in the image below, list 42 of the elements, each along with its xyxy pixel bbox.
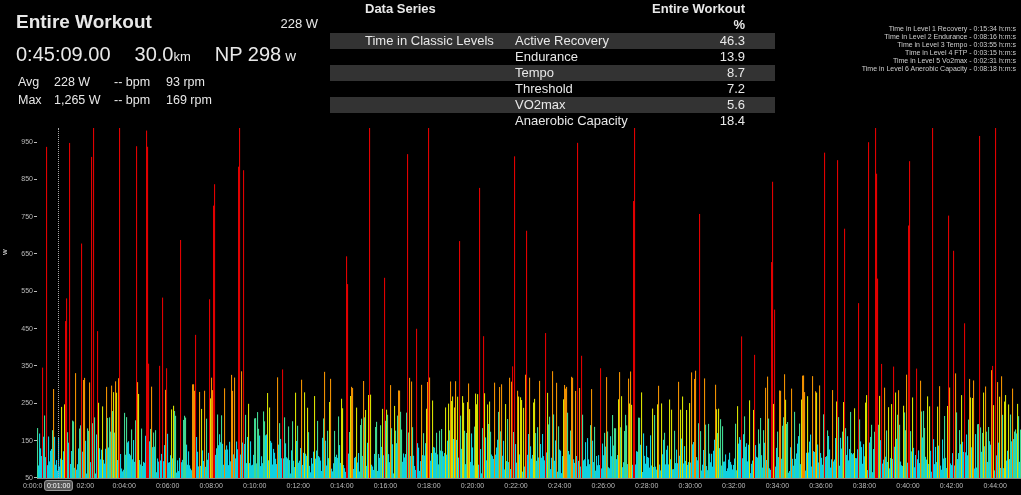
table-cell-text: VO2max bbox=[515, 97, 567, 113]
power-unit: w bbox=[285, 45, 296, 66]
distance-unit: km bbox=[173, 48, 191, 66]
table-cell-text: 7.2 bbox=[726, 81, 746, 97]
table-cell-text: Tempo bbox=[515, 65, 556, 81]
unit-label: % bbox=[733, 17, 745, 33]
workout-title: Entire Workout bbox=[16, 10, 152, 34]
table-cell-text: Endurance bbox=[515, 49, 579, 65]
stat-cadence: 169 rpm bbox=[166, 91, 212, 109]
stat-label: Max bbox=[18, 91, 43, 109]
duration: 0:45:09.00 bbox=[16, 41, 111, 67]
table-cell-text: 5.6 bbox=[726, 97, 746, 113]
stat-power: 1,265 W bbox=[54, 91, 102, 109]
table-cell-text: 46.3 bbox=[719, 33, 746, 49]
y-tick-mark bbox=[34, 141, 37, 143]
y-tick-mark bbox=[34, 290, 37, 292]
series-name: Time in Classic Levels bbox=[365, 33, 494, 48]
y-tick-mark bbox=[34, 440, 37, 442]
y-tick-mark bbox=[34, 328, 37, 330]
stat-heart-rate: -- bpm bbox=[114, 73, 152, 91]
y-tick-mark bbox=[34, 178, 37, 180]
distance: 30.0 bbox=[134, 41, 174, 67]
column-header: Entire Workout bbox=[652, 1, 746, 17]
axis-title: w bbox=[0, 249, 10, 255]
table-cell-text: Threshold bbox=[515, 81, 574, 97]
y-tick-mark bbox=[34, 477, 37, 479]
stat-power: 228 W bbox=[54, 73, 92, 91]
y-tick-mark bbox=[34, 216, 37, 218]
table-cell-text: 18.4 bbox=[719, 113, 746, 129]
y-tick-mark bbox=[34, 253, 37, 255]
normalized-power: NP 298 bbox=[214, 41, 282, 67]
average-power: 228 W bbox=[280, 15, 318, 33]
stat-cadence: 93 rpm bbox=[166, 73, 205, 91]
stat-heart-rate: -- bpm bbox=[114, 91, 152, 109]
stat-label: Avg bbox=[18, 73, 41, 91]
y-tick-mark bbox=[34, 365, 37, 367]
table-cell-text: Anaerobic Capacity bbox=[515, 113, 629, 129]
column-header: Data Series bbox=[364, 1, 437, 17]
table-cell-text: 8.7 bbox=[726, 65, 746, 81]
y-tick-mark bbox=[34, 402, 37, 404]
table-cell-text: 13.9 bbox=[719, 49, 746, 65]
table-cell-text: Active Recovery bbox=[515, 33, 610, 49]
